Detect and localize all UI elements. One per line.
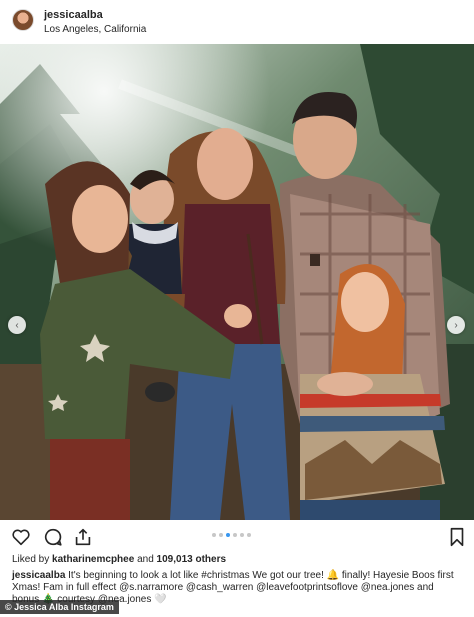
liked-by-user-link[interactable]: katharinemcphee	[52, 554, 134, 565]
carousel-next-button[interactable]: ›	[447, 316, 465, 334]
chevron-right-icon: ›	[454, 319, 458, 331]
photo-credit: © Jessica Alba Instagram	[0, 600, 119, 614]
family-photo-image	[0, 44, 474, 520]
chevron-left-icon: ‹	[15, 319, 19, 331]
carousel-dot	[233, 533, 237, 537]
share-icon[interactable]	[72, 526, 94, 548]
comment-icon[interactable]	[42, 526, 64, 548]
likes-prefix: Liked by	[12, 554, 50, 565]
caption-username[interactable]: jessicaalba	[12, 570, 65, 581]
heart-icon[interactable]	[10, 526, 32, 548]
bookmark-icon[interactable]	[446, 526, 468, 548]
likes-count-link[interactable]: 109,013 others	[157, 554, 227, 565]
carousel-prev-button[interactable]: ‹	[8, 316, 26, 334]
post-header: jessicaalba Los Angeles, California	[0, 0, 474, 44]
carousel-dot	[212, 533, 216, 537]
carousel-dot	[240, 533, 244, 537]
post-actions	[0, 521, 474, 551]
post-photo[interactable]: ‹ ›	[0, 44, 474, 520]
avatar[interactable]	[12, 9, 34, 31]
carousel-dot	[219, 533, 223, 537]
carousel-dots	[212, 533, 251, 537]
carousel-dot	[226, 533, 230, 537]
post-location[interactable]: Los Angeles, California	[44, 24, 146, 35]
likes-joiner: and	[137, 554, 154, 565]
post-username[interactable]: jessicaalba	[44, 9, 103, 21]
likes-line: Liked by katharinemcphee and 109,013 oth…	[12, 554, 226, 565]
carousel-dot	[247, 533, 251, 537]
